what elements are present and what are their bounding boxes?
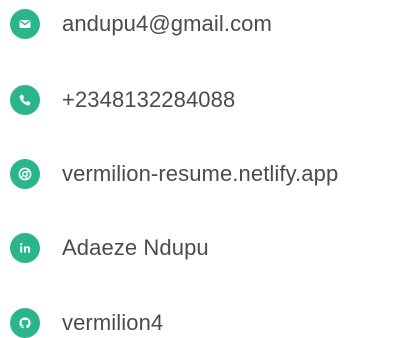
email-link[interactable]: andupu4@gmail.com bbox=[62, 9, 272, 39]
contact-item-phone[interactable]: +2348132284088 bbox=[10, 84, 235, 116]
envelope-icon bbox=[10, 9, 40, 39]
contact-item-website[interactable]: vermilion-resume.netlify.app bbox=[10, 158, 338, 190]
contact-item-github[interactable]: vermilion4 bbox=[10, 307, 163, 338]
contact-item-linkedin[interactable]: Adaeze Ndupu bbox=[10, 232, 209, 264]
contact-item-email[interactable]: andupu4@gmail.com bbox=[10, 8, 272, 40]
linkedin-icon bbox=[10, 233, 40, 263]
website-link[interactable]: vermilion-resume.netlify.app bbox=[62, 159, 338, 189]
github-link[interactable]: vermilion4 bbox=[62, 308, 163, 338]
chrome-icon bbox=[10, 159, 40, 189]
linkedin-link[interactable]: Adaeze Ndupu bbox=[62, 233, 209, 263]
phone-icon bbox=[10, 85, 40, 115]
phone-link[interactable]: +2348132284088 bbox=[62, 85, 235, 115]
contact-list: andupu4@gmail.com +2348132284088 vermili… bbox=[0, 0, 414, 338]
github-icon bbox=[10, 308, 40, 338]
